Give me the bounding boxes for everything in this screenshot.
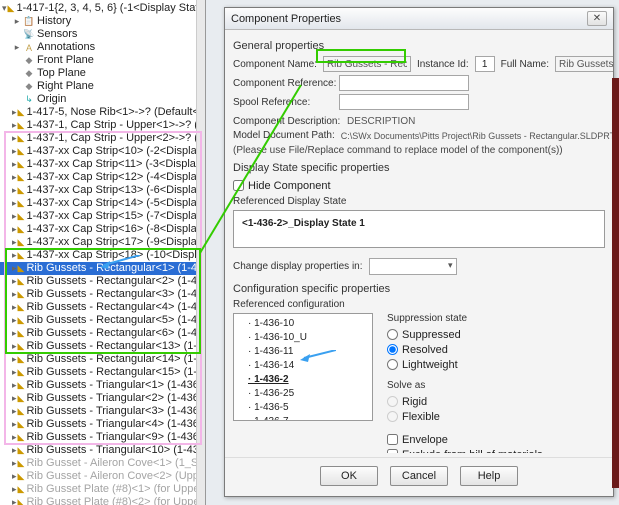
- tree-item[interactable]: ▸◣Rib Gussets - Triangular<10> (1-436-8<…: [0, 444, 205, 457]
- tree-item[interactable]: ▸◣Rib Gusset Plate (#8)<2> (for Upper): [0, 496, 205, 505]
- tree-item[interactable]: 📡Sensors: [0, 28, 205, 41]
- solve-rigid: Rigid: [387, 394, 605, 409]
- change-display-props-label: Change display properties in:: [233, 261, 363, 272]
- help-button[interactable]: Help: [460, 466, 518, 486]
- tree-item[interactable]: ▸◣Rib Gussets - Triangular<3> (1-436-3<<…: [0, 405, 205, 418]
- referenced-display-state-label: Referenced Display State: [233, 196, 605, 207]
- tree-item[interactable]: ▸◣Rib Gussets - Triangular<1> (1-436-6<D…: [0, 379, 205, 392]
- config-item[interactable]: · 1-436-2: [248, 373, 370, 387]
- referenced-config-list[interactable]: · 1-436-10· 1-436-10_U· 1-436-11· 1-436-…: [233, 313, 373, 421]
- envelope-checkbox[interactable]: Envelope: [387, 432, 605, 447]
- config-item[interactable]: · 1-436-7: [248, 415, 370, 421]
- tree-item[interactable]: ↳Origin: [0, 93, 205, 106]
- config-item[interactable]: · 1-436-5: [248, 401, 370, 415]
- referenced-display-state-value: <1-436-2>_Display State 1: [242, 218, 365, 229]
- component-name-label: Component Name:: [233, 59, 317, 70]
- tree-item[interactable]: ▸◣Rib Gussets - Rectangular<4> (1-436-7<…: [0, 301, 205, 314]
- solve-as-header: Solve as: [387, 380, 605, 391]
- feature-tree: ▾◣1-417-1{2, 3, 4, 5, 6} (-1<Display Sta…: [0, 0, 206, 505]
- suppression-resolved[interactable]: Resolved: [387, 342, 605, 357]
- display-state-header: Display State specific properties: [233, 162, 605, 174]
- dialog-title: Component Properties: [231, 13, 341, 25]
- config-item[interactable]: · 1-436-11: [248, 345, 370, 359]
- model-path-value: C:\SWx Documents\Pitts Project\Rib Gusse…: [341, 131, 613, 141]
- component-name-input[interactable]: [323, 56, 411, 72]
- tree-item[interactable]: ▸◣Rib Gussets - Rectangular<1> (1-436-2<…: [0, 262, 205, 275]
- dialog-titlebar[interactable]: Component Properties ✕: [225, 8, 613, 30]
- tree-item[interactable]: ▸◣1-437-xx Cap Strip<17> (-9<Display Sta…: [0, 236, 205, 249]
- tree-item[interactable]: ▸◣1-417-5, Nose Rib<1>->? (Default<<Defa…: [0, 106, 205, 119]
- tree-item[interactable]: ▸◣Rib Gusset - Aileron Cove<1> (1_START …: [0, 457, 205, 470]
- suppression-state-header: Suppression state: [387, 313, 605, 324]
- component-description-value: DESCRIPTION: [347, 116, 415, 127]
- hide-component-checkbox[interactable]: Hide Component: [233, 178, 605, 193]
- tree-item[interactable]: ▸◣1-437-xx Cap Strip<16> (-8<Display Sta…: [0, 223, 205, 236]
- referenced-display-state-box[interactable]: <1-436-2>_Display State 1: [233, 210, 605, 248]
- ok-button[interactable]: OK: [320, 466, 378, 486]
- tree-item[interactable]: ▸◣1-437-xx Cap Strip<14> (-5<Display Sta…: [0, 197, 205, 210]
- full-name-label: Full Name:: [501, 59, 549, 70]
- spool-reference-label: Spool Reference:: [233, 97, 333, 108]
- tree-item[interactable]: ◆Front Plane: [0, 54, 205, 67]
- tree-item[interactable]: ▸◣1-437-xx Cap Strip<10> (-2<Display Sta…: [0, 145, 205, 158]
- background-stripe: [612, 78, 619, 488]
- tree-item[interactable]: ▸◣Rib Gussets - Triangular<4> (1-436-6<D…: [0, 418, 205, 431]
- tree-item[interactable]: ▸◣Rib Gussets - Rectangular<3> (1-436-2<…: [0, 288, 205, 301]
- tree-item[interactable]: ▸◣Rib Gussets - Rectangular<14> (1-436-1…: [0, 353, 205, 366]
- general-properties-header: General properties: [233, 40, 605, 52]
- tree-item[interactable]: ▸◣Rib Gussets - Rectangular<6> (1-436-2<…: [0, 327, 205, 340]
- spool-reference-input[interactable]: [339, 94, 469, 110]
- model-path-label: Model Document Path:: [233, 130, 335, 141]
- tree-item[interactable]: ▸◣Rib Gusset - Aileron Cove<2> (Upper): [0, 470, 205, 483]
- tree-item[interactable]: ▸◣Rib Gussets - Rectangular<13> (1-436-1…: [0, 340, 205, 353]
- tree-item[interactable]: ▸◣1-437-xx Cap Strip<18> (-10<Display St…: [0, 249, 205, 262]
- config-specific-header: Configuration specific properties: [233, 283, 605, 295]
- tree-item[interactable]: ▸◣1-437-xx Cap Strip<13> (-6<Display Sta…: [0, 184, 205, 197]
- tree-item[interactable]: ▸◣Rib Gussets - Triangular<2> (1-436-3<<…: [0, 392, 205, 405]
- tree-item[interactable]: ▸📋History: [0, 15, 205, 28]
- tree-scrollbar[interactable]: [196, 0, 205, 505]
- tree-item[interactable]: ▸◣Rib Gussets - Triangular<9> (1-436-8<<…: [0, 431, 205, 444]
- config-item[interactable]: · 1-436-14: [248, 359, 370, 373]
- tree-root[interactable]: ▾◣1-417-1{2, 3, 4, 5, 6} (-1<Display Sta…: [0, 2, 205, 15]
- tree-item[interactable]: ▸◣1-437-xx Cap Strip<11> (-3<Display Sta…: [0, 158, 205, 171]
- suppression-suppressed[interactable]: Suppressed: [387, 327, 605, 342]
- change-display-props-combo[interactable]: [369, 258, 457, 275]
- config-item[interactable]: · 1-436-10_U: [248, 331, 370, 345]
- cancel-button[interactable]: Cancel: [390, 466, 448, 486]
- close-icon[interactable]: ✕: [587, 11, 607, 26]
- component-description-label: Component Description:: [233, 116, 341, 127]
- config-item[interactable]: · 1-436-10: [248, 317, 370, 331]
- suppression-lightweight[interactable]: Lightweight: [387, 357, 605, 372]
- tree-item[interactable]: ▸◣1-437-1, Cap Strip - Upper<1>->? (Defa…: [0, 119, 205, 132]
- tree-item[interactable]: ▸◣Rib Gusset Plate (#8)<1> (for Upper): [0, 483, 205, 496]
- tree-item[interactable]: ▸◣Rib Gussets - Rectangular<15> (1-436-1…: [0, 366, 205, 379]
- solve-flexible: Flexible: [387, 409, 605, 424]
- tree-item[interactable]: ◆Top Plane: [0, 67, 205, 80]
- tree-item[interactable]: ▸AAnnotations: [0, 41, 205, 54]
- component-reference-label: Component Reference:: [233, 78, 333, 89]
- referenced-config-label: Referenced configuration: [233, 299, 605, 310]
- tree-item[interactable]: ▸◣1-437-1, Cap Strip - Upper<2>->? (Defa…: [0, 132, 205, 145]
- tree-item[interactable]: ▸◣Rib Gussets - Rectangular<5> (1-436-7<…: [0, 314, 205, 327]
- config-item[interactable]: · 1-436-25: [248, 387, 370, 401]
- instance-id-label: Instance Id:: [417, 59, 469, 70]
- tree-item[interactable]: ▸◣1-437-xx Cap Strip<12> (-4<Display Sta…: [0, 171, 205, 184]
- full-name-input[interactable]: [555, 56, 613, 72]
- instance-id-input[interactable]: [475, 56, 495, 72]
- component-reference-input[interactable]: [339, 75, 469, 91]
- component-properties-dialog: Component Properties ✕ General propertie…: [224, 7, 614, 497]
- tree-item[interactable]: ◆Right Plane: [0, 80, 205, 93]
- tree-item[interactable]: ▸◣Rib Gussets - Rectangular<2> (1-436-2<…: [0, 275, 205, 288]
- exclude-bom-checkbox[interactable]: Exclude from bill of materials: [387, 447, 605, 453]
- tree-item[interactable]: ▸◣1-437-xx Cap Strip<15> (-7<Display Sta…: [0, 210, 205, 223]
- replace-note: (Please use File/Replace command to repl…: [233, 145, 605, 156]
